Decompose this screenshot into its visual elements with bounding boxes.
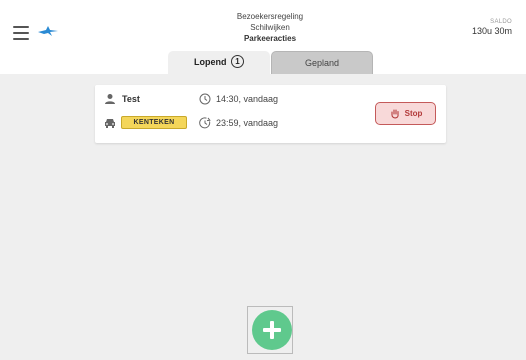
title-line-3: Parkeeracties (243, 34, 297, 43)
license-plate: KENTEKEN (121, 116, 187, 129)
menu-icon[interactable] (13, 26, 29, 40)
parking-session-card: Test KENTEKEN 14:30, vandaag 23:59, vand… (95, 85, 446, 143)
tab-gepland[interactable]: Gepland (271, 51, 373, 74)
clock-end-icon (199, 117, 211, 129)
title-line-2: Schilwijken (250, 23, 290, 32)
tab-gepland-label: Gepland (304, 58, 340, 68)
plate-row: KENTEKEN (104, 116, 187, 129)
hand-icon (391, 108, 399, 118)
saldo-label: SALDO (490, 19, 512, 25)
start-time-row: 14:30, vandaag (199, 93, 278, 105)
clock-icon (199, 93, 211, 105)
page-title: Bezoekersregeling Schilwijken Parkeeract… (180, 11, 360, 44)
logo-icon (38, 26, 58, 36)
visitor-row: Test (104, 93, 140, 105)
count-badge: 1 (231, 55, 244, 69)
car-icon (105, 118, 115, 128)
end-time-row: 23:59, vandaag (199, 117, 278, 129)
title-line-1: Bezoekersregeling (236, 12, 304, 21)
end-time: 23:59, vandaag (216, 118, 279, 128)
add-session-button[interactable] (252, 310, 292, 350)
person-icon (105, 94, 115, 104)
app-header: Bezoekersregeling Schilwijken Parkeeract… (0, 0, 526, 74)
stop-button[interactable]: Stop (375, 102, 436, 125)
start-time: 14:30, vandaag (216, 94, 279, 104)
saldo-display: SALDO 130u 30m (472, 18, 512, 36)
stop-label: Stop (404, 109, 423, 118)
saldo-value: 130u 30m (471, 26, 512, 36)
tab-lopend-label: Lopend (193, 57, 227, 67)
visitor-name: Test (122, 94, 140, 104)
tab-lopend[interactable]: Lopend 1 (168, 51, 270, 74)
